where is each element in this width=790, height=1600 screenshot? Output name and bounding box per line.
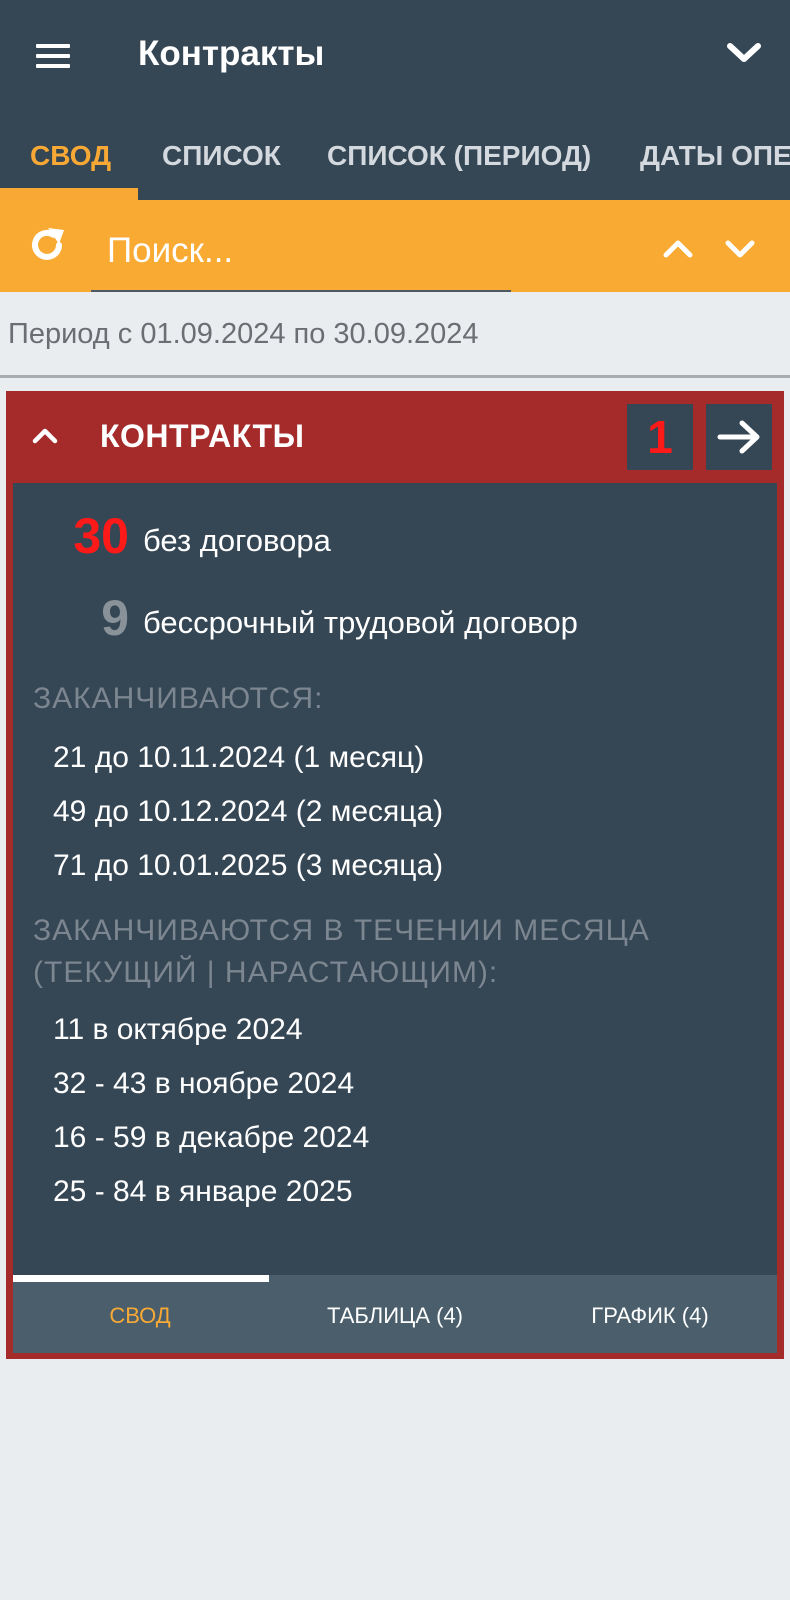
tab-chart[interactable]: ГРАФИК (4): [523, 1275, 777, 1353]
card-title: КОНТРАКТЫ: [100, 418, 305, 454]
monthly-item: 11 в октябре 2024: [53, 1013, 303, 1046]
chevron-down-icon[interactable]: [720, 228, 760, 268]
monthly-item: 16 - 59 в декабре 2024: [53, 1121, 370, 1154]
tab-spisok-period[interactable]: СПИСОК (ПЕРИОД): [327, 112, 591, 200]
top-tabs: СВОД СПИСОК СПИСОК (ПЕРИОД) ДАТЫ ОПЕ: [0, 112, 790, 200]
active-tab-indicator: [0, 188, 138, 200]
tab-daty[interactable]: ДАТЫ ОПЕ: [640, 112, 790, 200]
arrow-right-icon[interactable]: [706, 404, 772, 470]
refresh-icon[interactable]: [26, 224, 68, 266]
search-input[interactable]: [91, 212, 511, 292]
monthly-item: 25 - 84 в январе 2025: [53, 1175, 353, 1208]
tab-svod[interactable]: СВОД: [30, 112, 111, 200]
stat-number-no-contract: 30: [73, 508, 129, 564]
period-text: Период с 01.09.2024 по 30.09.2024: [8, 318, 479, 350]
monthly-heading-line1: ЗАКАНЧИВАЮТСЯ В ТЕЧЕНИИ МЕСЯЦА: [33, 914, 650, 947]
app-bar: Контракты: [0, 0, 790, 112]
contracts-card: КОНТРАКТЫ 1 30 без договора 9 бессрочный…: [6, 391, 784, 1359]
ending-item: 71 до 10.01.2025 (3 месяца): [53, 849, 444, 882]
ending-heading: ЗАКАНЧИВАЮТСЯ:: [33, 682, 324, 715]
card-bottom-tabs: СВОД ТАБЛИЦА (4) ГРАФИК (4): [13, 1275, 777, 1353]
count-badge: 1: [627, 404, 693, 470]
page-title: Контракты: [138, 34, 325, 73]
ending-item: 21 до 10.11.2024 (1 месяц): [53, 741, 425, 774]
tab-table[interactable]: ТАБЛИЦА (4): [268, 1275, 522, 1353]
tab-svod-bottom[interactable]: СВОД: [13, 1275, 267, 1353]
divider: [0, 375, 790, 378]
monthly-heading-line2: (ТЕКУЩИЙ | НАРАСТАЮЩИМ):: [33, 956, 499, 989]
tab-spisok[interactable]: СПИСОК: [162, 112, 281, 200]
chevron-up-icon[interactable]: [658, 228, 698, 268]
chevron-down-icon[interactable]: [722, 32, 766, 76]
chevron-up-icon[interactable]: [28, 419, 62, 453]
stat-label-no-contract: без договора: [143, 523, 331, 558]
hamburger-menu-icon[interactable]: [34, 40, 74, 70]
stat-label-indefinite: бессрочный трудовой договор: [143, 605, 578, 640]
ending-item: 49 до 10.12.2024 (2 месяца): [53, 795, 444, 828]
card-header[interactable]: КОНТРАКТЫ 1: [6, 391, 784, 483]
stat-number-indefinite: 9: [101, 590, 129, 646]
card-body: 30 без договора 9 бессрочный трудовой до…: [13, 483, 777, 1353]
monthly-item: 32 - 43 в ноябре 2024: [53, 1067, 355, 1100]
